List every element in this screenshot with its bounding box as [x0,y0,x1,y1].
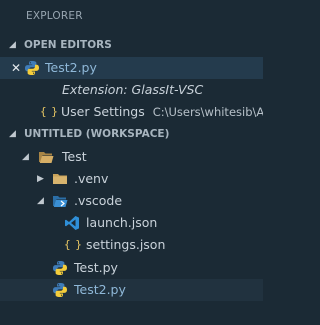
chevron-right-icon: ▶ [37,174,44,184]
open-editor-test2-py[interactable]: ✕ Test2.py [0,57,263,79]
open-editor-extension-glassit[interactable]: Extension: GlassIt-VSC [0,79,263,101]
workspace-label: UNTITLED (WORKSPACE) [24,128,170,140]
explorer-title: EXPLORER [26,10,83,22]
vscode-logo-icon [65,216,79,230]
tree-file-settings-json[interactable]: { } settings.json [0,234,263,256]
json-braces-icon: { } [64,238,82,251]
tree-label: Test [62,149,87,164]
tree-label: settings.json [86,237,166,252]
open-editor-label: Extension: GlassIt-VSC [62,82,204,97]
python-icon [53,283,67,297]
close-icon[interactable]: ✕ [11,57,21,79]
tree-file-test-py[interactable]: Test.py [0,257,263,279]
python-icon [53,261,67,275]
tree-label: launch.json [86,215,158,230]
vscode-folder-icon [53,196,68,207]
workspace-header[interactable]: ◢ UNTITLED (WORKSPACE) [0,124,263,144]
open-editor-path: C:\Users\whitesib\A... [152,105,263,119]
open-editors-label: OPEN EDITORS [24,39,112,51]
tree-label: .vscode [74,193,123,208]
tree-folder-vscode[interactable]: ◢ .vscode [0,190,263,212]
chevron-down-icon: ◢ [9,129,16,139]
open-editor-user-settings[interactable]: { } User Settings C:\Users\whitesib\A... [0,101,263,123]
folder-open-icon [39,152,54,163]
tree-label: Test2.py [74,282,126,297]
folder-icon [53,174,67,184]
chevron-down-icon: ◢ [9,40,16,50]
open-editor-label: User Settings C:\Users\whitesib\A... [61,101,263,123]
explorer-panel: EXPLORER ◢ OPEN EDITORS ✕ Test2.py Exten… [0,0,263,325]
chevron-down-icon: ◢ [22,152,29,162]
tree-label: Test.py [74,260,118,275]
tree-folder-test[interactable]: ◢ Test [0,146,263,168]
tree-folder-venv[interactable]: ▶ .venv [0,168,263,190]
tree-file-test2-py[interactable]: Test2.py [0,279,263,301]
tree-label: .venv [74,171,109,186]
chevron-down-icon: ◢ [37,196,44,206]
open-editor-label: Test2.py [45,60,97,75]
python-icon [25,61,39,75]
open-editors-header[interactable]: ◢ OPEN EDITORS [0,35,263,55]
tree-file-launch-json[interactable]: launch.json [0,212,263,234]
json-braces-icon: { } [40,105,58,118]
